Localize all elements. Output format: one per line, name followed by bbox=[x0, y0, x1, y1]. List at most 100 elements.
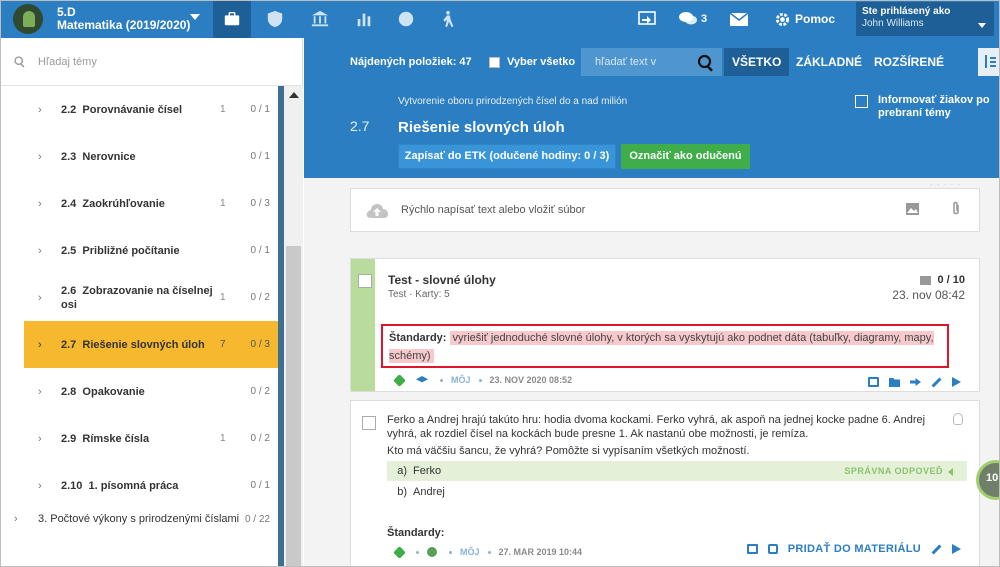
topic-num: 2.7 bbox=[61, 338, 77, 351]
footer-date: 23. NOV 2020 08:52 bbox=[489, 375, 573, 385]
search-icon[interactable] bbox=[697, 54, 715, 72]
topic-label: Približné počítanie bbox=[82, 244, 180, 257]
graduation-cap-icon[interactable] bbox=[416, 376, 428, 383]
etk-button[interactable]: Zapísať do ETK (odučené hodiny: 0 / 3) bbox=[398, 144, 616, 169]
dot-separator bbox=[487, 550, 491, 554]
hiking-icon[interactable] bbox=[430, 0, 466, 38]
topic-header: Nájdených položiek: 47 Vyber všetko VŠET… bbox=[304, 38, 1000, 178]
card-meta: Test · Karty: 5 bbox=[388, 289, 450, 300]
badge-icon[interactable] bbox=[388, 0, 424, 38]
tab-all[interactable]: VŠETKO bbox=[724, 48, 790, 76]
sidebar-topic-item[interactable]: › 2.5 Približné počítanie 0 / 1 bbox=[24, 227, 278, 274]
enter-icon[interactable] bbox=[910, 378, 921, 386]
sidebar-topic-item[interactable]: › 2.9 Rímske čísla 1 0 / 2 bbox=[24, 415, 278, 462]
question-ask: Kto má väčšiu šancu, že vyhrá? Pomôžte s… bbox=[387, 445, 750, 457]
chevron-right-icon: › bbox=[38, 103, 42, 116]
topic-name: 2.10 1. písomná práca bbox=[61, 479, 221, 493]
chat-button[interactable]: 3 bbox=[678, 0, 707, 38]
text-search-input[interactable] bbox=[581, 48, 681, 76]
user-name: John Williams bbox=[862, 18, 924, 29]
sidebar-topic-item[interactable]: › 2.3 Nerovnice 0 / 1 bbox=[24, 133, 278, 180]
topic-progress: 0 / 2 bbox=[250, 433, 270, 444]
answer-option-b[interactable]: b) Andrej bbox=[387, 482, 967, 502]
globe-icon[interactable] bbox=[427, 547, 437, 557]
standards-label: Štandardy: bbox=[389, 332, 447, 344]
topic-list: › 2.2 Porovnávanie čísel 1 0 / 1 › 2.3 Nerovn… bbox=[24, 86, 278, 509]
topic-num: 2.5 bbox=[61, 244, 77, 257]
scroll-thumb[interactable] bbox=[286, 246, 301, 567]
question-card[interactable]: Ferko a Andrej hrajú takúto hru: hodia d… bbox=[350, 400, 980, 567]
folder-icon[interactable] bbox=[889, 378, 900, 387]
sort-button[interactable] bbox=[978, 48, 1000, 76]
tag-icon[interactable] bbox=[393, 545, 406, 559]
tab-basic[interactable]: ZÁKLADNÉ bbox=[796, 48, 862, 76]
select-all-checkbox[interactable] bbox=[489, 57, 500, 68]
tag-icon[interactable] bbox=[393, 373, 406, 387]
mail-icon[interactable] bbox=[730, 0, 748, 38]
tab-extended[interactable]: ROZŠÍRENÉ bbox=[874, 48, 944, 76]
image-icon[interactable] bbox=[906, 203, 919, 215]
topic-search-input[interactable] bbox=[38, 55, 268, 68]
sidebar-topic-item[interactable]: › 2.8 Opakovanie 0 / 2 bbox=[24, 368, 278, 415]
thumbs-up-icon[interactable] bbox=[767, 544, 778, 554]
mark-done-button[interactable]: Označiť ako odučenú bbox=[621, 144, 750, 169]
attachment-icon[interactable] bbox=[951, 201, 961, 217]
briefcase-icon[interactable] bbox=[213, 0, 251, 38]
chevron-down-icon[interactable] bbox=[978, 23, 986, 28]
scroll-up-icon[interactable] bbox=[289, 92, 299, 98]
topic-search bbox=[0, 38, 303, 86]
chapter-item[interactable]: › 3. Počtové výkony s prirodzenými čísla… bbox=[0, 501, 278, 537]
card-checkbox[interactable] bbox=[362, 416, 376, 430]
topic-label: Porovnávanie čísel bbox=[82, 103, 183, 116]
correct-answer-tag: SPRÁVNA ODPOVEĎ bbox=[844, 466, 953, 476]
sidebar-topic-item[interactable]: › 2.6 Zobrazovanie na číselnej osi 1 0 / 2 bbox=[24, 274, 278, 321]
play-icon[interactable] bbox=[952, 377, 961, 387]
chevron-right-icon: › bbox=[38, 291, 42, 304]
topic-progress: 0 / 3 bbox=[250, 339, 270, 350]
class-selector[interactable]: 5.D Matematika (2019/2020) bbox=[0, 0, 213, 38]
pencil-icon[interactable] bbox=[931, 377, 942, 387]
play-icon[interactable] bbox=[952, 544, 961, 554]
topic-num: 2.4 bbox=[61, 197, 77, 210]
help-button[interactable]: Pomoc bbox=[775, 0, 835, 38]
printer-icon[interactable] bbox=[920, 275, 932, 285]
pencil-icon[interactable] bbox=[931, 544, 942, 554]
card-date: 23. nov 08:42 bbox=[892, 288, 965, 302]
bar-chart-icon[interactable] bbox=[346, 0, 382, 38]
topic-num: 2.10 bbox=[61, 479, 83, 492]
class-avatar bbox=[13, 4, 43, 34]
class-subject: Matematika (2019/2020) bbox=[57, 18, 191, 32]
test-card[interactable]: Test - slovné úlohy Test · Karty: 5 0 / … bbox=[350, 258, 980, 392]
bank-icon[interactable] bbox=[302, 0, 338, 38]
card-checkbox[interactable] bbox=[358, 274, 372, 288]
topic-name: 2.8 Opakovanie bbox=[61, 385, 221, 399]
topic-name: 2.9 Rímske čísla bbox=[61, 432, 221, 446]
sidebar-topic-item[interactable]: › 2.4 Zaokrúhľovanie 1 0 / 3 bbox=[24, 180, 278, 227]
user-menu[interactable]: Ste prihlásený ako John Williams bbox=[856, 2, 994, 36]
notify-checkbox[interactable] bbox=[855, 95, 868, 108]
sidebar-topic-item[interactable]: › 2.2 Porovnávanie čísel 1 0 / 1 bbox=[24, 86, 278, 133]
shield-icon[interactable] bbox=[257, 0, 293, 38]
select-all-label[interactable]: Vyber všetko bbox=[507, 56, 575, 68]
card-title[interactable]: Test - slovné úlohy bbox=[388, 273, 496, 287]
topic-progress: 0 / 1 bbox=[250, 104, 270, 115]
cast-icon[interactable] bbox=[868, 377, 879, 387]
sidebar-topic-item[interactable]: › 2.7 Riešenie slovných úloh 7 0 / 3 bbox=[24, 321, 278, 368]
lightbulb-icon[interactable] bbox=[953, 413, 963, 425]
cast-icon[interactable] bbox=[746, 544, 758, 554]
materials-content: · · · · · Rýchlo napísať text alebo vlož… bbox=[304, 178, 1000, 567]
topic-label: Riešenie slovných úloh bbox=[82, 338, 205, 351]
sidebar-scrollbar[interactable] bbox=[284, 86, 303, 567]
quick-post-box[interactable]: Rýchlo napísať text alebo vložiť súbor bbox=[350, 188, 980, 232]
chevron-right-icon: › bbox=[38, 479, 42, 492]
chevron-down-icon[interactable] bbox=[190, 14, 200, 20]
gear-icon bbox=[775, 12, 790, 26]
owner-label: MÔJ bbox=[460, 547, 480, 557]
add-to-material-button[interactable]: PRIDAŤ DO MATERIÁLU bbox=[788, 543, 921, 555]
answer-option-a[interactable]: a) Ferko SPRÁVNA ODPOVEĎ bbox=[387, 461, 967, 481]
cast-icon[interactable] bbox=[638, 0, 656, 38]
upload-cloud-icon[interactable] bbox=[365, 202, 389, 220]
topic-progress: 0 / 2 bbox=[250, 386, 270, 397]
chevron-right-icon: › bbox=[38, 244, 42, 257]
topic-label: Nerovnice bbox=[82, 150, 136, 163]
